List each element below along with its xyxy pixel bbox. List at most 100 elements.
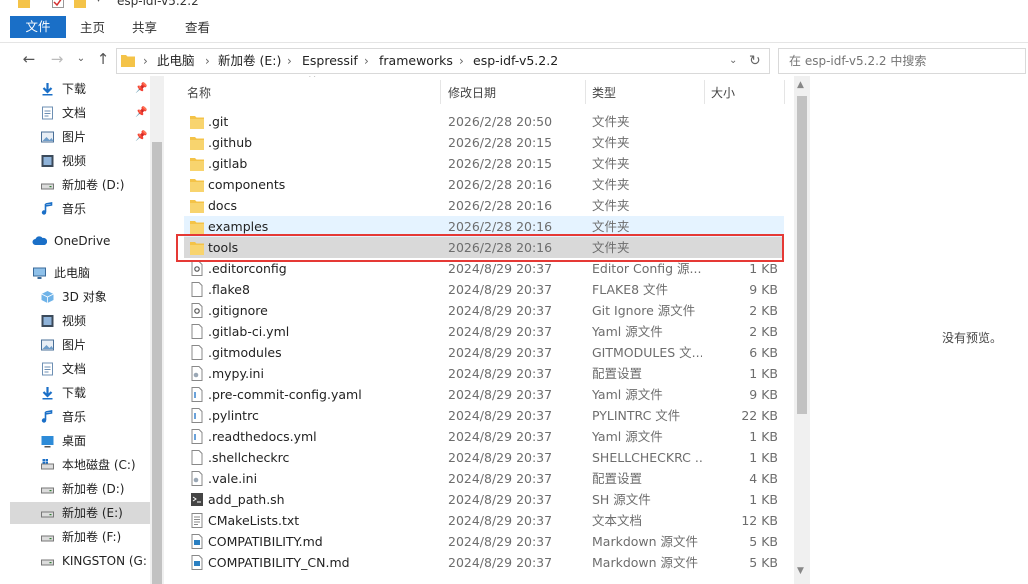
breadcrumb-drive-e[interactable]: 新加卷 (E:)	[218, 49, 281, 73]
search-box[interactable]	[778, 48, 1026, 74]
breadcrumb-separator-icon[interactable]: ›	[459, 49, 464, 73]
column-date[interactable]: 修改日期	[448, 84, 496, 101]
file-row[interactable]: .mypy.ini 2024/8/29 20:37 配置设置 1 KB	[184, 363, 784, 384]
column-divider[interactable]	[704, 80, 705, 104]
file-list-scrollbar[interactable]: ▲ ▼	[794, 76, 810, 584]
sidebar-item[interactable]: 新加卷 (E:)	[10, 502, 150, 524]
breadcrumb-separator-icon[interactable]: ›	[287, 49, 292, 73]
sidebar-item[interactable]: 图片	[10, 334, 150, 356]
address-dropdown-icon[interactable]: ⌄	[729, 49, 737, 73]
breadcrumb-espressif[interactable]: Espressif	[302, 49, 358, 73]
tab-home[interactable]: 主页	[80, 17, 105, 39]
file-row[interactable]: .gitignore 2024/8/29 20:37 Git Ignore 源文件 2…	[184, 300, 784, 321]
column-name[interactable]: 名称	[187, 84, 211, 101]
file-row[interactable]: COMPATIBILITY.md 2024/8/29 20:37 Markdown …	[184, 531, 784, 552]
sidebar-item[interactable]: 视频	[10, 310, 150, 332]
up-arrow-icon[interactable]: ↑	[94, 49, 112, 69]
file-row[interactable]: .github 2026/2/28 20:15 文件夹	[184, 132, 784, 153]
file-row[interactable]: .flake8 2024/8/29 20:37 FLAKE8 文件 9 KB	[184, 279, 784, 300]
search-input[interactable]	[787, 49, 1011, 73]
file-row[interactable]: examples 2026/2/28 20:16 文件夹	[184, 216, 784, 237]
pin-icon[interactable]: 📌	[135, 78, 147, 100]
file-name[interactable]: .gitignore	[208, 300, 268, 321]
file-row[interactable]: .pylintrc 2024/8/29 20:37 PYLINTRC 文件 22 KB	[184, 405, 784, 426]
scrollbar-thumb[interactable]	[797, 96, 807, 414]
scroll-up-icon[interactable]: ▲	[797, 80, 804, 90]
breadcrumb-separator-icon[interactable]: ›	[143, 49, 148, 73]
back-arrow-icon[interactable]: ←	[20, 49, 38, 69]
sidebar-item[interactable]: 新加卷 (D:)	[10, 478, 150, 500]
file-name[interactable]: .github	[208, 132, 252, 153]
sidebar-item[interactable]: 此电脑	[10, 262, 150, 284]
file-row[interactable]: .readthedocs.yml 2024/8/29 20:37 Yaml 源文件 1…	[184, 426, 784, 447]
breadcrumb-esp-idf[interactable]: esp-idf-v5.2.2	[473, 49, 558, 73]
file-name[interactable]: components	[208, 174, 285, 195]
column-divider[interactable]	[440, 80, 441, 104]
checkbox-icon[interactable]	[52, 0, 64, 8]
column-divider[interactable]	[784, 80, 785, 104]
file-name[interactable]: COMPATIBILITY.md	[208, 531, 323, 552]
navigation-scrollbar[interactable]	[150, 76, 164, 584]
file-row[interactable]: tools 2026/2/28 20:16 文件夹	[184, 237, 784, 258]
file-name[interactable]: CMakeLists.txt	[208, 510, 299, 531]
refresh-icon[interactable]: ↻	[749, 49, 761, 73]
sidebar-item[interactable]: 视频	[10, 150, 150, 172]
column-divider[interactable]	[585, 80, 586, 104]
file-row[interactable]: .gitlab 2026/2/28 20:15 文件夹	[184, 153, 784, 174]
tab-file[interactable]: 文件	[10, 16, 66, 38]
column-size[interactable]: 大小	[711, 84, 735, 101]
file-name[interactable]: .gitmodules	[208, 342, 282, 363]
file-name[interactable]: .editorconfig	[208, 258, 287, 279]
address-bar[interactable]: › 此电脑 › 新加卷 (E:) › Espressif › framework…	[116, 48, 770, 74]
file-row[interactable]: COMPATIBILITY_CN.md 2024/8/29 20:37 Markdo…	[184, 552, 784, 573]
breadcrumb-frameworks[interactable]: frameworks	[379, 49, 453, 73]
file-row[interactable]: .shellcheckrc 2024/8/29 20:37 SHELLCHECKRC…	[184, 447, 784, 468]
file-name[interactable]: add_path.sh	[208, 489, 285, 510]
sidebar-item[interactable]: 新加卷 (D:)	[10, 174, 150, 196]
file-row[interactable]: docs 2026/2/28 20:16 文件夹	[184, 195, 784, 216]
file-name[interactable]: .gitlab-ci.yml	[208, 321, 289, 342]
file-name[interactable]: .readthedocs.yml	[208, 426, 317, 447]
sidebar-item[interactable]: 文档 📌	[10, 102, 150, 124]
file-row[interactable]: .gitmodules 2024/8/29 20:37 GITMODULES 文..…	[184, 342, 784, 363]
pin-icon[interactable]: 📌	[135, 126, 147, 148]
sidebar-item[interactable]: 文档	[10, 358, 150, 380]
sidebar-item[interactable]: KINGSTON (G:	[10, 550, 150, 572]
file-name[interactable]: examples	[208, 216, 268, 237]
file-name[interactable]: tools	[208, 237, 238, 258]
pin-icon[interactable]: 📌	[135, 102, 147, 124]
sidebar-item[interactable]: 桌面	[10, 430, 150, 452]
breadcrumb-separator-icon[interactable]: ›	[205, 49, 210, 73]
file-row[interactable]: add_path.sh 2024/8/29 20:37 SH 源文件 1 KB	[184, 489, 784, 510]
forward-arrow-icon[interactable]: →	[48, 49, 66, 69]
quick-access-dropdown-icon[interactable]: ▾	[96, 0, 101, 5]
file-name[interactable]: .git	[208, 111, 228, 132]
sidebar-item[interactable]: 图片 📌	[10, 126, 150, 148]
scroll-down-icon[interactable]: ▼	[797, 566, 804, 576]
file-name[interactable]: .pre-commit-config.yaml	[208, 384, 362, 405]
file-name[interactable]: COMPATIBILITY_CN.md	[208, 552, 350, 573]
column-type[interactable]: 类型	[592, 84, 616, 101]
file-row[interactable]: .gitlab-ci.yml 2024/8/29 20:37 Yaml 源文件 2 K…	[184, 321, 784, 342]
sidebar-item[interactable]: 本地磁盘 (C:)	[10, 454, 150, 476]
file-name[interactable]: .flake8	[208, 279, 250, 300]
breadcrumb-this-pc[interactable]: 此电脑	[157, 49, 195, 73]
file-name[interactable]: .gitlab	[208, 153, 247, 174]
tab-share[interactable]: 共享	[132, 17, 157, 39]
file-row[interactable]: .vale.ini 2024/8/29 20:37 配置设置 4 KB	[184, 468, 784, 489]
sidebar-item[interactable]: 下载	[10, 382, 150, 404]
file-row[interactable]: .pre-commit-config.yaml 2024/8/29 20:37 Ya…	[184, 384, 784, 405]
file-row[interactable]: .git 2026/2/28 20:50 文件夹	[184, 111, 784, 132]
file-row[interactable]: .editorconfig 2024/8/29 20:37 Editor Confi…	[184, 258, 784, 279]
file-row[interactable]: components 2026/2/28 20:16 文件夹	[184, 174, 784, 195]
breadcrumb-separator-icon[interactable]: ›	[364, 49, 369, 73]
sidebar-item[interactable]: 音乐	[10, 406, 150, 428]
sidebar-item[interactable]: 新加卷 (F:)	[10, 526, 150, 548]
file-name[interactable]: .shellcheckrc	[208, 447, 289, 468]
file-name[interactable]: .mypy.ini	[208, 363, 264, 384]
file-row[interactable]: CMakeLists.txt 2024/8/29 20:37 文本文档 12 KB	[184, 510, 784, 531]
sidebar-item[interactable]: 下载 📌	[10, 78, 150, 100]
sidebar-item[interactable]: OneDrive	[10, 230, 150, 252]
file-name[interactable]: .pylintrc	[208, 405, 259, 426]
sidebar-item[interactable]: 音乐	[10, 198, 150, 220]
